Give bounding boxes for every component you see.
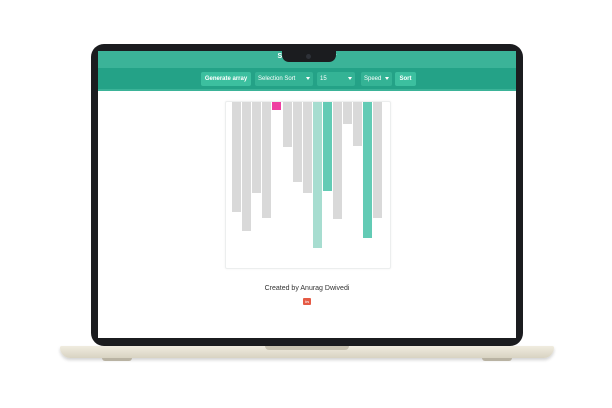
array-bar	[312, 102, 322, 248]
linkedin-icon[interactable]: in	[303, 298, 311, 305]
array-bar	[333, 102, 342, 219]
array-bar	[343, 102, 353, 124]
array-bar	[232, 102, 241, 212]
array-size-select-value: 15	[320, 76, 327, 82]
laptop-base	[60, 346, 554, 358]
array-bar	[373, 102, 383, 218]
speed-select[interactable]: Speed	[361, 72, 392, 86]
controls-bar: Generate array Selection Sort 15 Speed S…	[98, 68, 516, 89]
base-groove	[265, 346, 349, 350]
generate-array-button[interactable]: Generate array	[201, 72, 251, 86]
array-bar	[252, 102, 262, 193]
laptop-foot-right	[482, 358, 512, 361]
speed-select-value: Speed	[364, 76, 382, 82]
screen-notch	[282, 51, 336, 62]
algorithm-select[interactable]: Selection Sort	[255, 72, 313, 86]
array-bar	[282, 102, 292, 147]
chevron-down-icon	[385, 77, 389, 80]
chevron-down-icon	[348, 77, 352, 80]
array-bar	[322, 102, 332, 191]
sort-button[interactable]: Sort	[395, 72, 416, 86]
array-bar	[292, 102, 302, 182]
array-bar	[302, 102, 312, 193]
chevron-down-icon	[306, 77, 310, 80]
laptop-foot-left	[102, 358, 132, 361]
array-size-select[interactable]: 15	[317, 72, 355, 86]
author-credit: Created by Anurag Dwivedi	[264, 285, 350, 292]
camera-icon	[306, 54, 311, 59]
array-bar	[242, 102, 252, 231]
array-bar	[353, 102, 363, 146]
array-bar	[363, 102, 373, 238]
array-bar	[272, 102, 282, 110]
algorithm-select-value: Selection Sort	[258, 76, 296, 82]
array-visualizer	[225, 101, 391, 269]
array-bar	[262, 102, 272, 218]
laptop-screen: Sorting Visualizer Generate array Select…	[98, 51, 516, 338]
